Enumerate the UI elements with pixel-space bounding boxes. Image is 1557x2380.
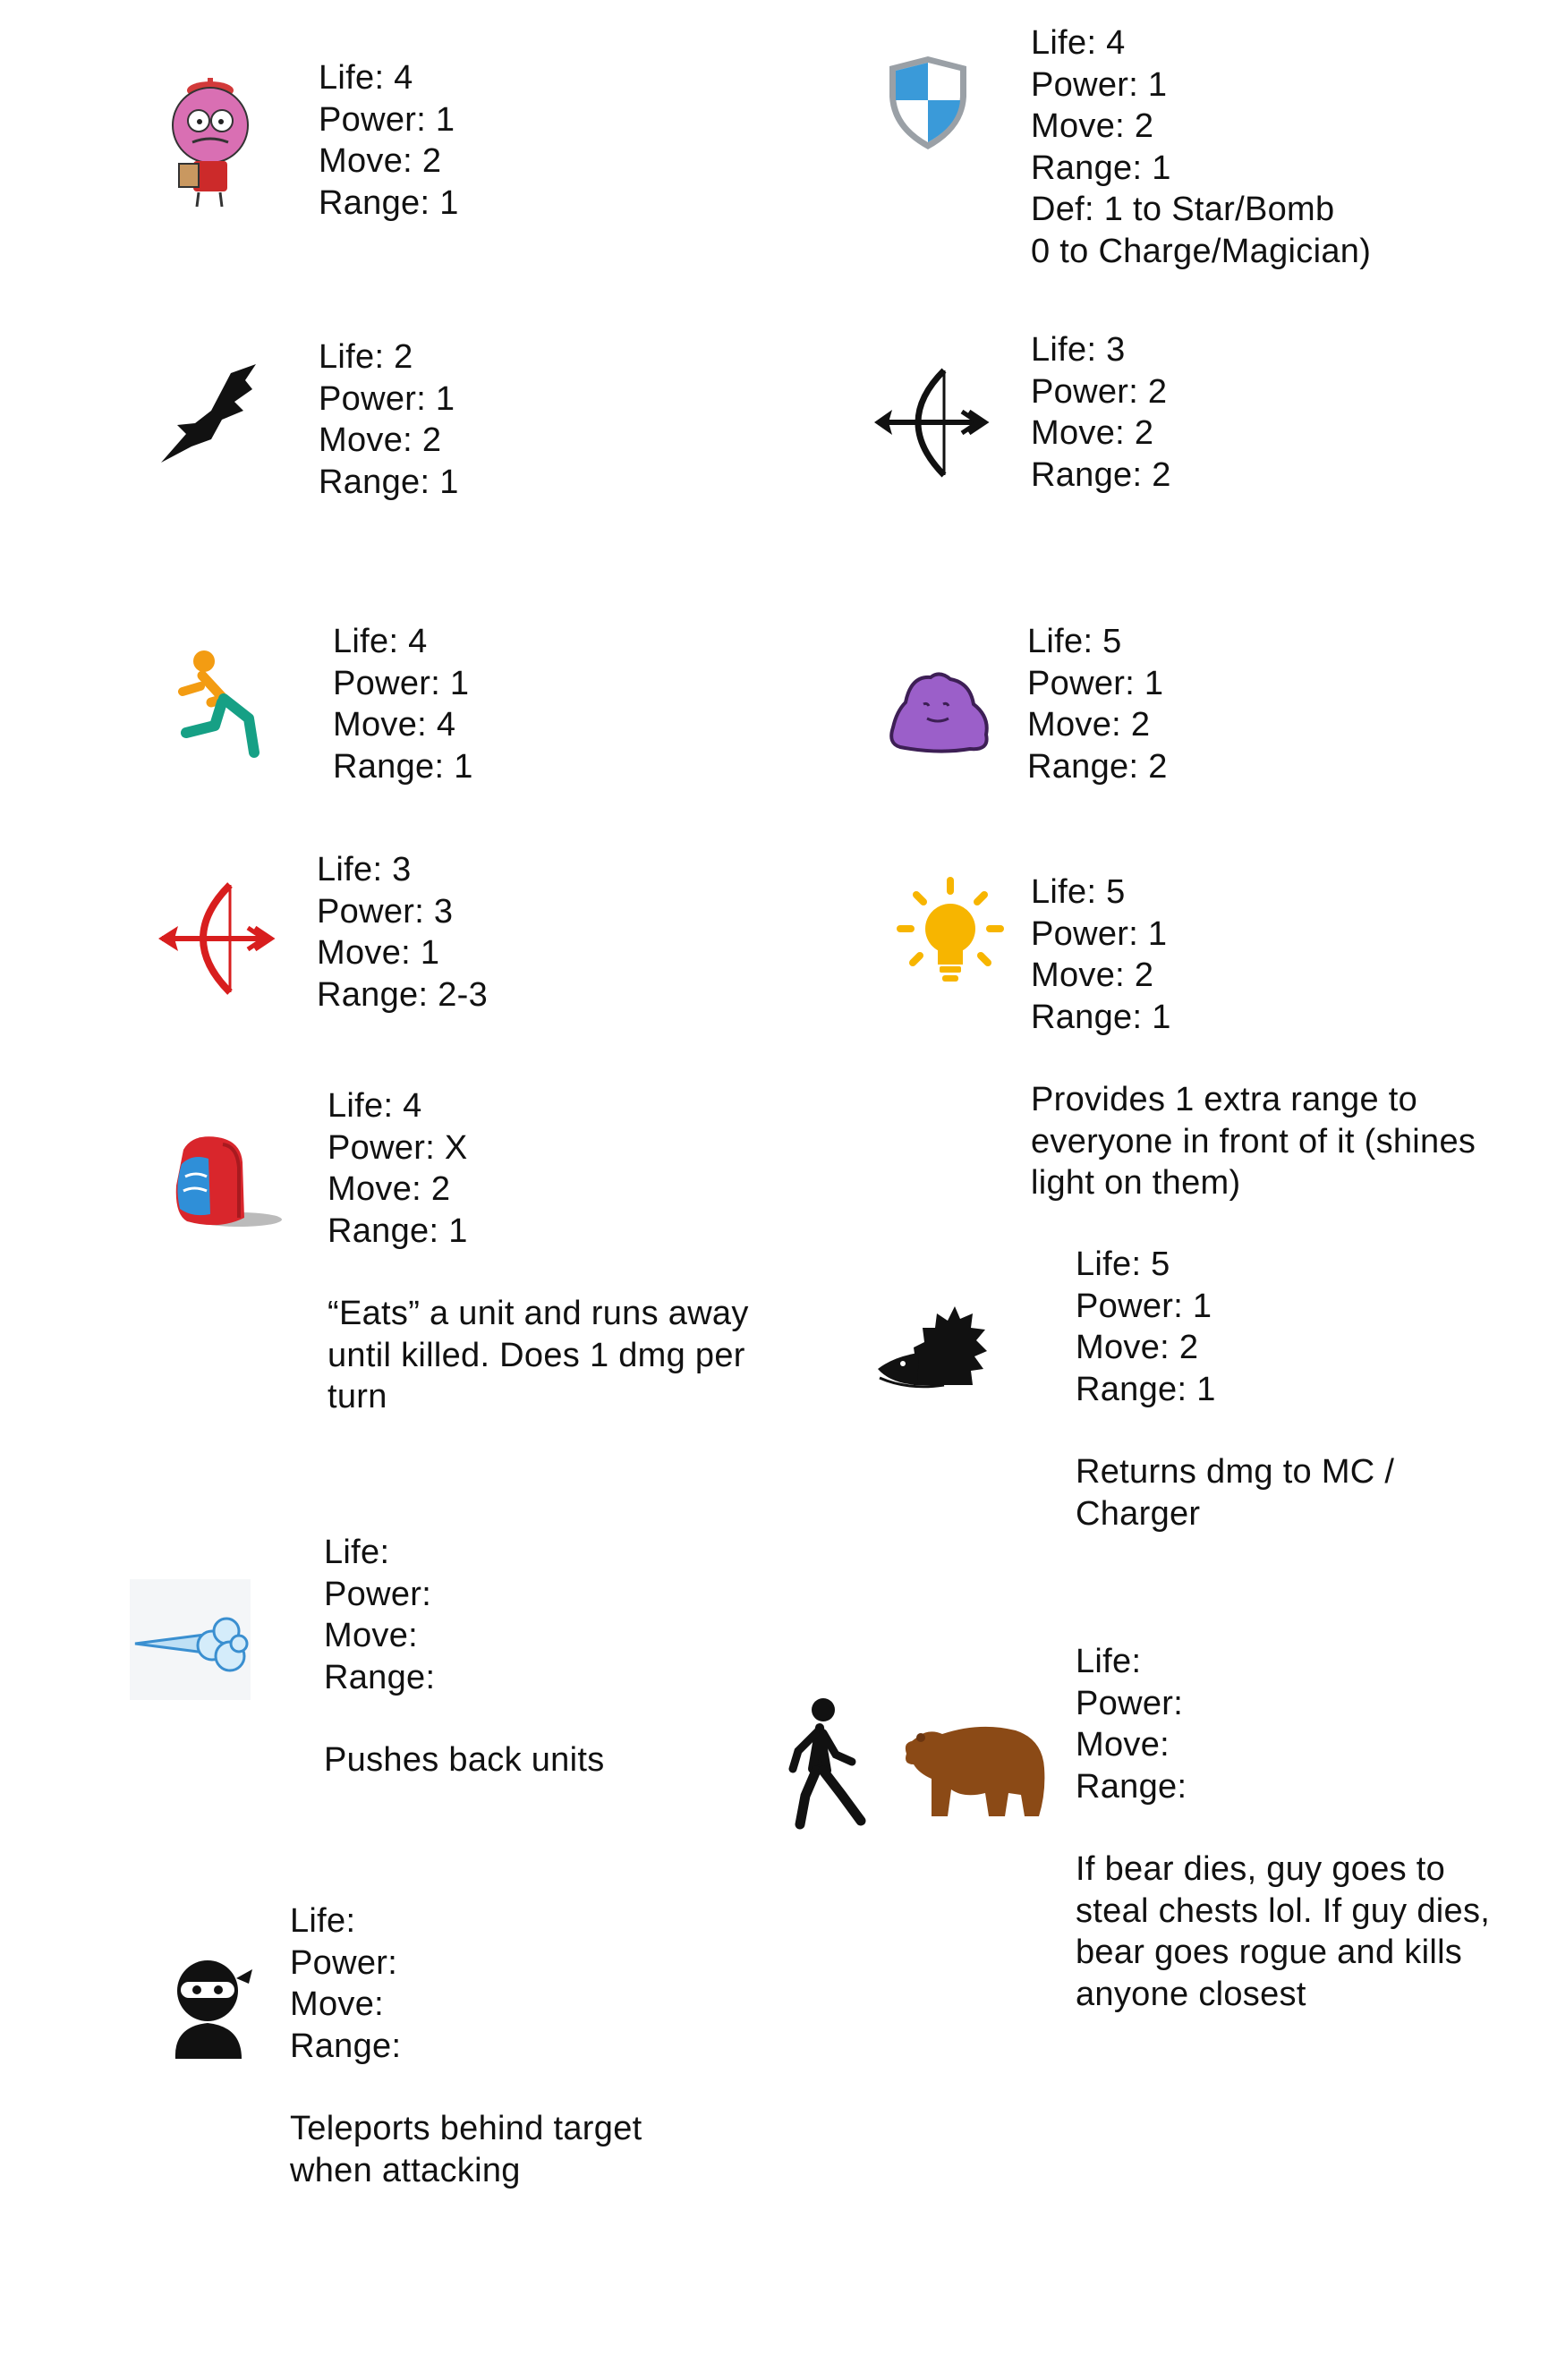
life-label: Life: 3 xyxy=(1031,331,1126,369)
move-label: Move: xyxy=(290,1985,384,2023)
unit-stats-archer: Life: 3 Power: 2 Move: 2 Range: 2 xyxy=(1031,329,1171,496)
backpack-icon xyxy=(175,1136,282,1227)
ability-description: Pushes back units xyxy=(324,1741,605,1779)
move-label: Move: 2 xyxy=(1031,107,1154,145)
move-label: Move: 1 xyxy=(317,934,440,972)
power-label: Power: 1 xyxy=(1031,65,1168,104)
move-label: Move: 2 xyxy=(1076,1329,1199,1366)
ability-description: If bear dies, guy goes to xyxy=(1076,1850,1446,1888)
ability-description: anyone closest xyxy=(1076,1975,1306,2013)
unit-stats-shield: Life: 4 Power: 1 Move: 2 Range: 1 Def: 1… xyxy=(1031,22,1371,272)
power-label: Power: 1 xyxy=(319,100,455,139)
power-label: Power: 1 xyxy=(319,379,455,418)
ability-description: steal chests lol. If guy dies, xyxy=(1076,1891,1491,1930)
range-label: Range: 1 xyxy=(1076,1370,1216,1408)
range-label: Range: 1 xyxy=(319,463,459,501)
life-label: Life: 2 xyxy=(319,338,413,376)
life-label: Life: 3 xyxy=(317,851,412,888)
life-label: Life: xyxy=(324,1534,390,1571)
power-label: Power: X xyxy=(328,1128,468,1167)
ability-description: Provides 1 extra range to xyxy=(1031,1081,1418,1118)
life-label: Life: xyxy=(1076,1643,1142,1680)
power-label: Power: 1 xyxy=(1027,664,1164,702)
ability-description: turn xyxy=(328,1378,387,1415)
range-label: Range: 1 xyxy=(1031,998,1171,1036)
move-label: Move: 2 xyxy=(1031,956,1154,994)
ability-description: Charger xyxy=(1076,1494,1201,1533)
bear-icon xyxy=(905,1726,1045,1816)
range-label: Range: 2 xyxy=(1031,455,1171,494)
unit-stats-guy-bear: Life: Power: Move: Range: If bear dies, … xyxy=(1076,1641,1490,2015)
ability-description: bear goes rogue and kills xyxy=(1076,1934,1463,1971)
range-label: Range: 1 xyxy=(328,1211,468,1250)
defense-label-cont: 0 to Charge/Magician) xyxy=(1031,232,1372,270)
range-label: Range: 2-3 xyxy=(317,975,489,1014)
ninja-icon xyxy=(174,1960,252,2059)
unit-stats-benson: Life: 4 Power: 1 Move: 2 Range: 1 xyxy=(319,57,459,224)
range-label: Range: 1 xyxy=(1031,149,1171,187)
range-label: Range: xyxy=(1076,1767,1187,1806)
life-label: Life: 4 xyxy=(1031,24,1126,62)
move-label: Move: 2 xyxy=(319,421,442,459)
life-label: Life: xyxy=(290,1902,356,1940)
move-label: Move: 2 xyxy=(1027,706,1151,744)
ability-description: “Eats” a unit and runs away xyxy=(328,1295,749,1332)
move-label: Move: 2 xyxy=(328,1170,451,1208)
power-label: Power: xyxy=(324,1575,432,1613)
move-label: Move: xyxy=(1076,1726,1170,1764)
life-label: Life: 4 xyxy=(319,59,413,97)
range-label: Range: 2 xyxy=(1027,747,1168,786)
ability-description: Teleports behind target xyxy=(290,2110,642,2147)
unit-stats-ninja: Life: Power: Move: Range: Teleports behi… xyxy=(290,1900,642,2191)
power-label: Power: xyxy=(290,1943,398,1982)
power-label: Power: 1 xyxy=(1076,1287,1212,1325)
ability-description: Returns dmg to MC / xyxy=(1076,1453,1395,1491)
unit-stats-wind: Life: Power: Move: Range: Pushes back un… xyxy=(324,1532,605,1781)
purple-blob-icon xyxy=(889,672,989,753)
defense-label: Def: 1 to Star/Bomb xyxy=(1031,191,1335,228)
unit-stats-hedgehog: Life: 5 Power: 1 Move: 2 Range: 1 Return… xyxy=(1076,1244,1394,1534)
ability-description: light on them) xyxy=(1031,1164,1241,1202)
life-label: Life: 4 xyxy=(328,1087,422,1125)
move-label: Move: xyxy=(324,1617,418,1654)
unit-stats-backpack: Life: 4 Power: X Move: 2 Range: 1 “Eats”… xyxy=(328,1085,749,1418)
range-label: Range: 1 xyxy=(319,183,459,222)
life-label: Life: 5 xyxy=(1031,873,1126,911)
power-label: Power: xyxy=(1076,1684,1184,1722)
red-bow-arrow-icon xyxy=(158,882,276,995)
range-label: Range: xyxy=(324,1658,436,1696)
unit-stats-red-archer: Life: 3 Power: 3 Move: 1 Range: 2-3 xyxy=(317,849,488,1016)
life-label: Life: 5 xyxy=(1027,623,1122,660)
power-label: Power: 1 xyxy=(1031,914,1168,953)
power-label: Power: 3 xyxy=(317,892,454,931)
unit-stats-eagle: Life: 2 Power: 1 Move: 2 Range: 1 xyxy=(319,336,459,503)
power-label: Power: 1 xyxy=(333,664,470,702)
cartoon-referee-icon xyxy=(172,78,249,208)
ability-description: when attacking xyxy=(290,2151,521,2189)
walking-person-icon xyxy=(788,1698,866,1830)
bow-arrow-icon xyxy=(874,368,990,478)
ability-description: everyone in front of it (shines xyxy=(1031,1122,1476,1160)
move-label: Move: 2 xyxy=(1031,414,1154,452)
hedgehog-icon xyxy=(878,1306,987,1389)
move-label: Move: 4 xyxy=(333,706,456,744)
range-label: Range: 1 xyxy=(333,747,473,786)
power-label: Power: 2 xyxy=(1031,372,1168,411)
unit-stats-blob: Life: 5 Power: 1 Move: 2 Range: 2 xyxy=(1027,621,1168,787)
wind-gust-icon xyxy=(130,1579,251,1700)
shield-icon xyxy=(889,56,966,149)
running-person-icon xyxy=(178,650,260,758)
ability-description: until killed. Does 1 dmg per xyxy=(328,1336,745,1374)
unit-stats-lightbulb: Life: 5 Power: 1 Move: 2 Range: 1 Provid… xyxy=(1031,871,1476,1204)
life-label: Life: 4 xyxy=(333,623,428,660)
move-label: Move: 2 xyxy=(319,142,442,180)
range-label: Range: xyxy=(290,2027,402,2065)
life-label: Life: 5 xyxy=(1076,1245,1170,1283)
unit-stats-runner: Life: 4 Power: 1 Move: 4 Range: 1 xyxy=(333,621,473,787)
lightbulb-icon xyxy=(897,877,1004,982)
eagle-icon xyxy=(161,364,256,463)
